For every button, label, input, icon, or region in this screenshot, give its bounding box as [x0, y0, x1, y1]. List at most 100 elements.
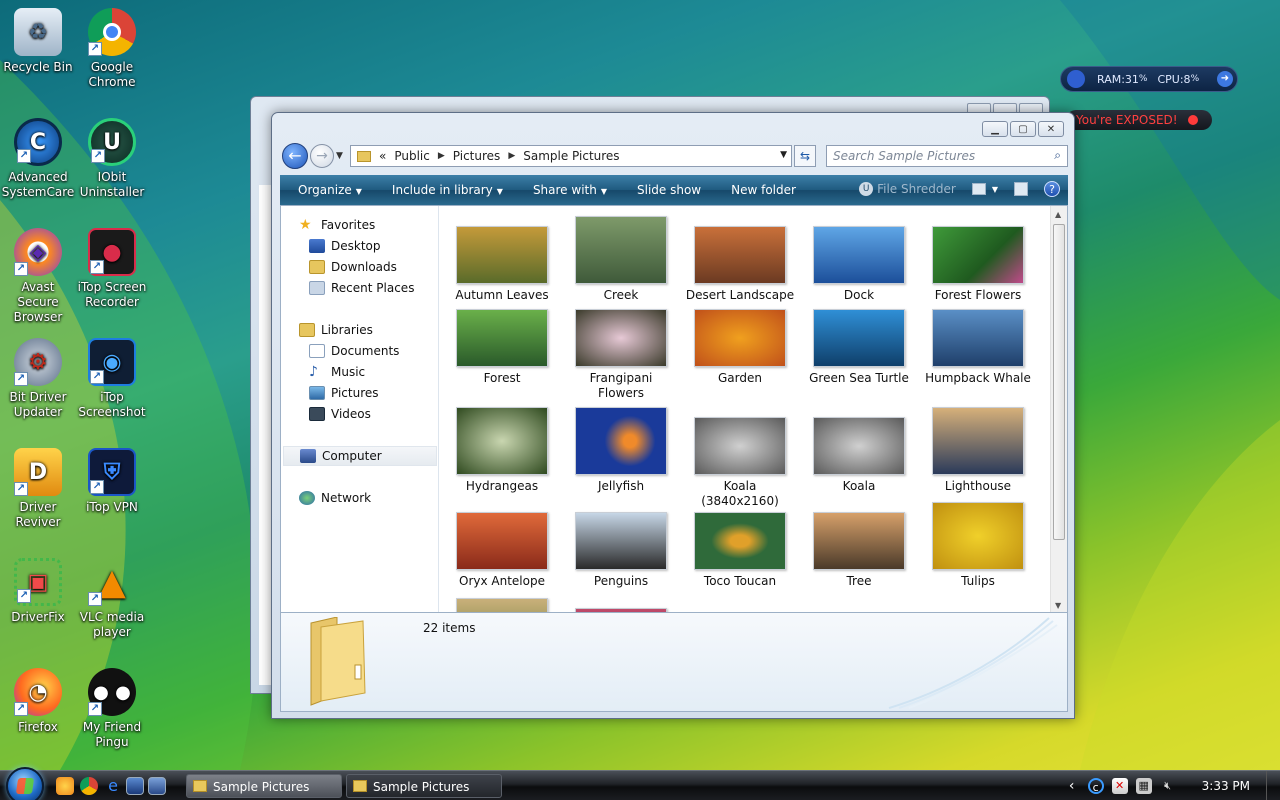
address-bar[interactable]: « Public ▶ Pictures ▶ Sample Pictures ▼: [350, 145, 792, 167]
nav-desktop[interactable]: Desktop: [309, 239, 381, 253]
advanced-systemcare-tray-icon[interactable]: c: [1087, 778, 1104, 794]
desktop-icon-advanced-systemcare[interactable]: C ↗ Advanced SystemCare: [0, 118, 76, 200]
minimize-button[interactable]: ▁: [982, 121, 1008, 137]
file-item-forest-flowers[interactable]: Forest Flowers: [923, 226, 1033, 303]
crumb-public[interactable]: Public: [394, 149, 430, 163]
quicklaunch-ie-icon[interactable]: e: [104, 777, 122, 795]
desktop-icon-driverfix[interactable]: ▣ ↗ DriverFix: [0, 558, 76, 625]
nav-network[interactable]: Network: [299, 491, 371, 505]
explorer-window[interactable]: ▁ ▢ ✕ ← → ▼ « Public ▶ Pictures ▶ Sample…: [271, 112, 1075, 719]
desktop-icon-bit-driver-updater[interactable]: ⚙ ↗ Bit Driver Updater: [0, 338, 76, 420]
file-item-hydrangeas[interactable]: Hydrangeas: [447, 407, 557, 494]
quicklaunch-desktop-icon[interactable]: [126, 777, 144, 795]
file-item-green-sea-turtle[interactable]: Green Sea Turtle: [804, 309, 914, 386]
search-input[interactable]: Search Sample Pictures ⌕: [826, 145, 1068, 167]
share-with-button[interactable]: Share with ▼: [533, 183, 607, 197]
file-item-koala-3840[interactable]: Koala (3840x2160): [685, 417, 795, 509]
desktop-icon-vlc[interactable]: ▲ ↗ VLC media player: [74, 558, 150, 640]
file-item-forest[interactable]: Forest: [447, 309, 557, 386]
nav-pictures[interactable]: Pictures: [309, 386, 379, 400]
quicklaunch-chrome-icon[interactable]: [80, 777, 98, 795]
clock[interactable]: 3:33 PM: [1202, 779, 1250, 793]
nav-videos[interactable]: Videos: [309, 407, 371, 421]
file-item-tree[interactable]: Tree: [804, 512, 914, 589]
file-item-toco-toucan[interactable]: Toco Toucan: [685, 512, 795, 589]
file-item-humpback-whale[interactable]: Humpback Whale: [923, 309, 1033, 386]
file-item-lighthouse[interactable]: Lighthouse: [923, 407, 1033, 494]
maximize-button[interactable]: ▢: [1010, 121, 1036, 137]
change-view-button[interactable]: ▼: [971, 183, 998, 195]
desktop-icon-itop-screenshot[interactable]: ◉ ↗ iTop Screenshot: [74, 338, 150, 420]
file-shredder-button[interactable]: U File Shredder: [859, 182, 956, 196]
file-item-tulips[interactable]: Tulips: [923, 502, 1033, 589]
desktop-icon-avast-browser[interactable]: ◈ ↗ Avast Secure Browser: [0, 228, 76, 325]
scroll-down-icon[interactable]: ▼: [1055, 601, 1061, 610]
organize-button[interactable]: Organize ▼: [298, 183, 362, 197]
taskbar-button-label: Sample Pictures: [213, 780, 310, 794]
search-icon[interactable]: ⌕: [1054, 148, 1061, 163]
volume-muted-icon[interactable]: 🔇︎: [1160, 778, 1176, 794]
file-item-creek[interactable]: Creek: [566, 216, 676, 303]
desktop-icon-pingu[interactable]: ● ● ↗ My Friend Pingu: [74, 668, 150, 750]
file-item-dock[interactable]: Dock: [804, 226, 914, 303]
back-button[interactable]: ←: [282, 143, 308, 169]
desktop-icon-iobit-uninstaller[interactable]: U ↗ IObit Uninstaller: [74, 118, 150, 200]
exposed-gadget[interactable]: You're EXPOSED!: [1066, 110, 1212, 130]
file-item-garden[interactable]: Garden: [685, 309, 795, 386]
crumb-sample-pictures[interactable]: Sample Pictures: [523, 149, 619, 163]
action-center-flag-icon[interactable]: ✕: [1111, 778, 1128, 794]
file-item-oryx-antelope[interactable]: Oryx Antelope: [447, 512, 557, 589]
taskbar-button-sample-pictures-1[interactable]: Sample Pictures: [186, 774, 342, 798]
desktop-icon-chrome[interactable]: ↗ Google Chrome: [74, 8, 150, 90]
include-in-library-button[interactable]: Include in library ▼: [392, 183, 503, 197]
address-prefix[interactable]: «: [379, 149, 386, 163]
file-item-jellyfish[interactable]: Jellyfish: [566, 407, 676, 494]
network-tray-icon[interactable]: ▦: [1135, 778, 1152, 794]
start-button[interactable]: [6, 767, 44, 800]
file-item-frangipani-flowers[interactable]: Frangipani Flowers: [566, 309, 676, 401]
nav-downloads[interactable]: Downloads: [309, 260, 397, 274]
vertical-scrollbar[interactable]: ▲ ▼: [1050, 206, 1067, 612]
file-item-partial[interactable]: [447, 598, 557, 612]
crumb-separator-icon[interactable]: ▶: [438, 151, 445, 161]
quicklaunch-switch-windows-icon[interactable]: [148, 777, 166, 795]
new-folder-button[interactable]: New folder: [731, 183, 796, 197]
file-item-koala[interactable]: Koala: [804, 417, 914, 494]
help-button[interactable]: ?: [1044, 181, 1060, 197]
file-item-penguins[interactable]: Penguins: [566, 512, 676, 589]
file-label: Green Sea Turtle: [809, 371, 909, 385]
taskbar-button-sample-pictures-2[interactable]: Sample Pictures: [346, 774, 502, 798]
desktop-icon-recycle-bin[interactable]: ♻ Recycle Bin: [0, 8, 76, 75]
nav-favorites[interactable]: ★ Favorites: [299, 218, 375, 232]
slide-show-button[interactable]: Slide show: [637, 183, 701, 197]
ram-cpu-gadget[interactable]: RAM:31% CPU:8% ➜: [1060, 66, 1238, 92]
desktop-icon-driver-reviver[interactable]: D ↗ Driver Reviver: [0, 448, 76, 530]
crumb-pictures[interactable]: Pictures: [453, 149, 501, 163]
close-button[interactable]: ✕: [1038, 121, 1064, 137]
nav-documents[interactable]: Documents: [309, 344, 399, 358]
file-item-desert-landscape[interactable]: Desert Landscape: [685, 226, 795, 303]
refresh-button[interactable]: ⇆: [794, 145, 816, 167]
nav-computer[interactable]: Computer: [283, 446, 437, 466]
crumb-separator-icon[interactable]: ▶: [508, 151, 515, 161]
preview-pane-button[interactable]: [1014, 182, 1028, 196]
forward-button[interactable]: →: [310, 144, 334, 168]
show-desktop-button[interactable]: [1266, 771, 1280, 800]
file-item-partial[interactable]: [566, 608, 676, 612]
desktop-icon-firefox[interactable]: ◔ ↗ Firefox: [0, 668, 76, 735]
arrow-right-icon[interactable]: ➜: [1217, 71, 1233, 87]
scroll-up-icon[interactable]: ▲: [1055, 210, 1061, 219]
address-dropdown-icon[interactable]: ▼: [780, 150, 787, 160]
nav-libraries[interactable]: Libraries: [299, 323, 373, 337]
quicklaunch-avast-icon[interactable]: [56, 777, 74, 795]
desktop-icon-label: Avast Secure Browser: [13, 280, 63, 324]
scrollbar-thumb[interactable]: [1053, 224, 1065, 540]
desktop-icon-itop-vpn[interactable]: ⛨ ↗ iTop VPN: [74, 448, 150, 515]
show-hidden-icons-button[interactable]: ‹: [1064, 778, 1080, 794]
desktop-icon-itop-screen-recorder[interactable]: ● ↗ iTop Screen Recorder: [74, 228, 150, 310]
nav-recent-places[interactable]: Recent Places: [309, 281, 414, 295]
bit-driver-updater-icon: ⚙ ↗: [14, 338, 62, 386]
nav-music[interactable]: ♪ Music: [309, 365, 365, 379]
file-item-autumn-leaves[interactable]: Autumn Leaves: [447, 226, 557, 303]
recent-pages-dropdown[interactable]: ▼: [336, 151, 343, 161]
